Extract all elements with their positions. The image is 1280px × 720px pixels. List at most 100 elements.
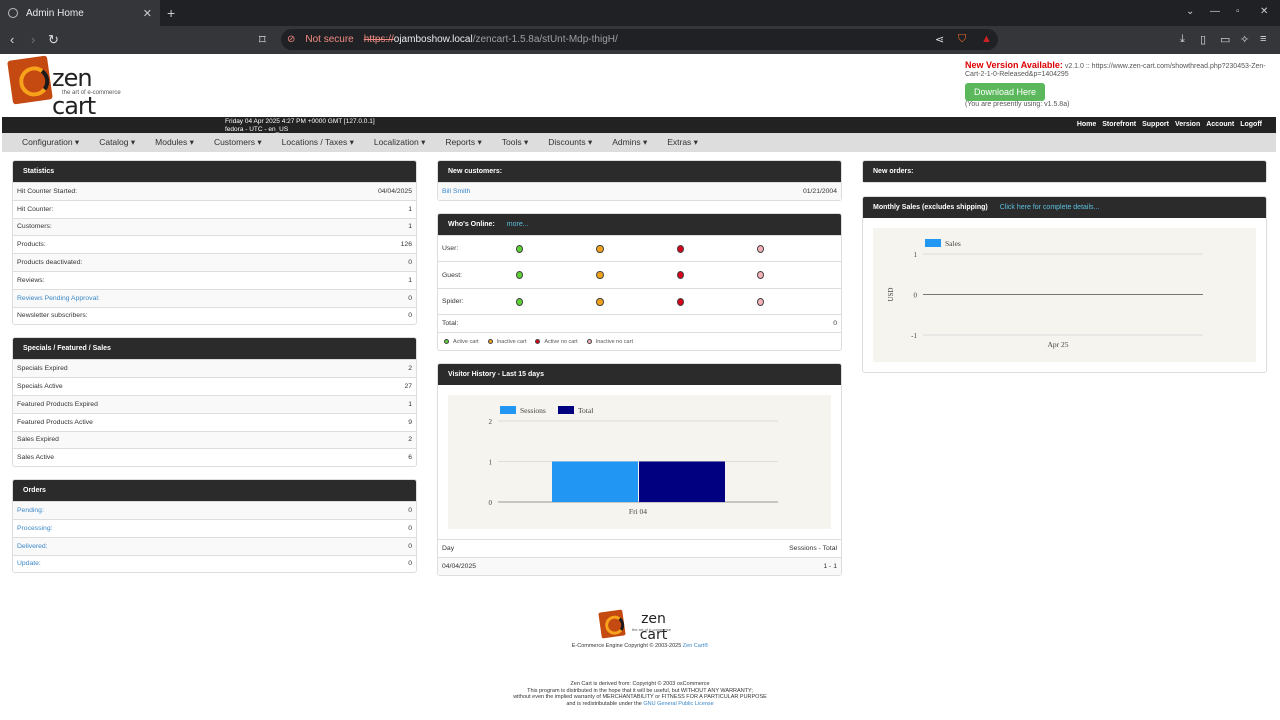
total-row: Total: 0 — [438, 314, 841, 332]
browser-tab[interactable]: Admin Home ✕ — [0, 0, 160, 26]
sidebar-icon[interactable]: ▯ — [1200, 33, 1206, 46]
table-row: Reviews: 1 — [13, 270, 416, 289]
menu-discounts[interactable]: Discounts ▾ — [548, 137, 592, 148]
brave-shield-icon[interactable]: ⛉ — [958, 33, 966, 46]
menu-customers[interactable]: Customers ▾ — [214, 137, 262, 148]
menu-reports[interactable]: Reports ▾ — [445, 137, 481, 148]
menu-catalog[interactable]: Catalog ▾ — [99, 137, 135, 148]
active-cart-icon[interactable] — [516, 297, 524, 306]
link-storefront[interactable]: Storefront — [1102, 121, 1136, 128]
leo-icon[interactable]: ✧ — [1240, 33, 1249, 46]
link-support[interactable]: Support — [1142, 121, 1169, 128]
row-label: Hit Counter Started: — [17, 187, 78, 195]
whos-online-panel: Who's Online: more... User: Guest: Spider… — [437, 212, 842, 352]
order-status-link[interactable]: Update: — [17, 560, 41, 567]
reload-icon[interactable]: ↻ — [48, 32, 59, 48]
online-row-guest: Guest: — [438, 261, 841, 288]
license-block: Zen Cart is derived from: Copyright © 20… — [0, 681, 1280, 707]
y-tick-label: 0 — [914, 292, 918, 300]
order-status-link[interactable]: Pending: — [17, 507, 44, 514]
order-status-link[interactable]: Processing: — [17, 525, 53, 532]
customer-link[interactable]: Bill Smith — [442, 188, 470, 195]
gpl-link[interactable]: GNU General Public License — [643, 701, 713, 707]
logo-tagline: the art of e-commerce — [62, 90, 121, 96]
inactive-no-cart-icon[interactable] — [756, 244, 765, 253]
maximize-icon[interactable]: ▫ — [1236, 6, 1240, 17]
download-icon[interactable]: ⤓ — [1180, 33, 1185, 46]
link-version[interactable]: Version — [1175, 121, 1200, 128]
menu-modules[interactable]: Modules ▾ — [155, 137, 194, 148]
table-row: Pending: 0 — [13, 501, 416, 519]
row-label: Spider: — [442, 298, 464, 306]
server-datetime: Friday 04 Apr 2025 4:27 PM +0000 GMT [12… — [225, 118, 375, 125]
row-value: 0 — [408, 524, 412, 532]
row-value: 0 — [408, 507, 412, 515]
active-no-cart-icon[interactable] — [676, 244, 684, 253]
share-icon[interactable]: ⋖ — [935, 33, 944, 46]
chevron-down-icon[interactable]: ⌄ — [1186, 6, 1194, 17]
back-icon[interactable]: ‹ — [10, 32, 14, 47]
rewards-icon[interactable]: ▲ — [981, 33, 992, 45]
security-label[interactable]: Not secure — [305, 34, 353, 45]
menu-configuration[interactable]: Configuration ▾ — [22, 137, 79, 148]
more-link[interactable]: more... — [507, 221, 529, 228]
row-value: 1 — [408, 276, 412, 284]
bookmark-icon[interactable]: ⌑ — [259, 32, 266, 48]
legend-label: Inactive cart — [496, 338, 527, 345]
active-cart-legend-icon — [444, 339, 449, 345]
active-no-cart-icon[interactable] — [676, 297, 684, 306]
row-value: 0 — [408, 259, 412, 267]
table-row: Featured Products Expired 1 — [13, 394, 416, 413]
admin-page: zen cart the art of e-commerce New Versi… — [0, 54, 1280, 720]
legend-swatch — [925, 239, 941, 247]
logo-mark — [7, 55, 53, 105]
legend-label: Inactive no cart — [595, 338, 633, 345]
active-no-cart-icon[interactable] — [676, 271, 684, 280]
zencart-link[interactable]: Zen Cart® — [683, 643, 708, 649]
close-tab-icon[interactable]: ✕ — [143, 7, 152, 20]
row-value: 1 - 1 — [823, 562, 837, 570]
menu-tools[interactable]: Tools ▾ — [502, 137, 528, 148]
active-cart-icon[interactable] — [516, 271, 524, 280]
row-value: 9 — [408, 418, 412, 426]
link-logoff[interactable]: Logoff — [1240, 121, 1262, 128]
inactive-cart-icon[interactable] — [596, 297, 604, 306]
order-status-link[interactable]: Delivered: — [17, 543, 48, 550]
table-row: Products: 126 — [13, 235, 416, 253]
row-value: 01/21/2004 — [802, 187, 837, 195]
footer-logo[interactable]: zen cart the art of e-commerce — [598, 609, 680, 643]
active-cart-icon[interactable] — [516, 244, 524, 253]
new-tab-button[interactable]: + — [167, 5, 175, 21]
menu-extras[interactable]: Extras ▾ — [667, 137, 698, 148]
legend-label: Total — [578, 406, 593, 415]
address-bar[interactable]: ⊘ Not secure https:// ojamboshow.local /… — [281, 29, 998, 50]
table-row: Bill Smith 01/21/2004 — [438, 182, 841, 200]
row-value: 0 — [408, 294, 412, 302]
link-home[interactable]: Home — [1077, 121, 1096, 128]
zencart-logo[interactable]: zen cart the art of e-commerce — [7, 55, 132, 120]
menu-localization[interactable]: Localization ▾ — [374, 137, 426, 148]
inactive-cart-icon[interactable] — [596, 271, 604, 280]
url-host: ojamboshow.local — [393, 34, 473, 45]
reviews-pending-link[interactable]: Reviews Pending Approval: — [17, 295, 100, 302]
menu-locations-taxes[interactable]: Locations / Taxes ▾ — [282, 137, 354, 148]
row-label: User: — [442, 245, 459, 253]
inactive-no-cart-icon[interactable] — [756, 271, 765, 280]
menu-admins[interactable]: Admins ▾ — [612, 137, 647, 148]
table-row: Products deactivated: 0 — [13, 253, 416, 271]
new-customers-panel: New customers: Bill Smith 01/21/2004 — [437, 160, 842, 201]
forward-icon[interactable]: › — [31, 32, 35, 47]
row-label: 04/04/2025 — [442, 562, 477, 570]
download-button[interactable]: Download Here — [965, 83, 1046, 101]
link-account[interactable]: Account — [1206, 121, 1234, 128]
menu-icon[interactable]: ≡ — [1260, 33, 1266, 45]
wallet-icon[interactable]: ▭ — [1220, 33, 1230, 46]
new-version-notice: New Version Available: v2.1.0 :: https:/… — [965, 61, 1270, 109]
minimize-icon[interactable]: — — [1210, 6, 1220, 17]
inactive-cart-icon[interactable] — [596, 244, 604, 253]
inactive-no-cart-icon[interactable] — [756, 297, 765, 306]
row-label: Sales Expired — [17, 436, 59, 444]
complete-details-link[interactable]: Click here for complete details... — [1000, 204, 1100, 211]
orders-panel: Orders Pending: 0 Processing: 0 Delivered:… — [12, 479, 417, 574]
close-window-icon[interactable]: ✕ — [1260, 6, 1268, 17]
